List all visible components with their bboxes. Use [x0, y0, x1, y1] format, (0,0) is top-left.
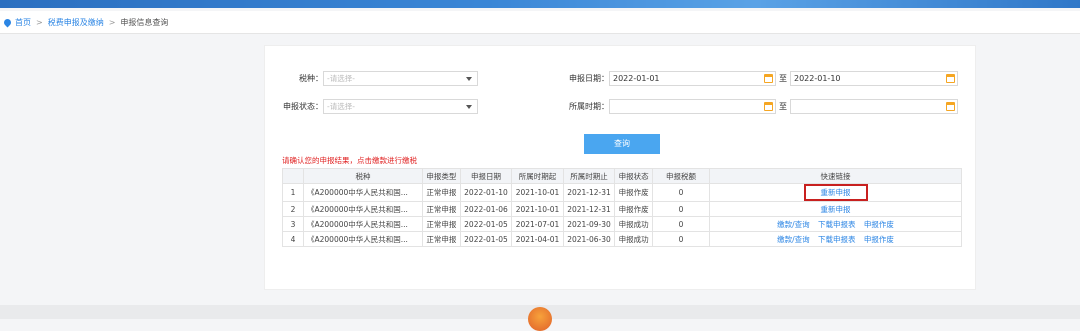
void-declaration-link[interactable]: 申报作废: [864, 220, 894, 229]
col-header-links: 快速链接: [709, 168, 962, 184]
row-type: 正常申报: [422, 183, 461, 202]
row-start: 2021-07-01: [511, 216, 564, 232]
row-date: 2022-01-05: [459, 231, 513, 247]
row-amount: 0: [652, 231, 710, 247]
row-links: 重新申报: [709, 183, 962, 202]
calendar-icon[interactable]: [946, 73, 955, 83]
hint-text: 请确认您的申报结果，点击缴款进行缴税: [282, 156, 417, 165]
status-select[interactable]: -请选择-: [323, 98, 478, 114]
row-end: 2021-06-30: [562, 231, 616, 247]
tax-type-select[interactable]: -请选择-: [323, 70, 478, 86]
breadcrumb: 首页 > 税费申报及缴纳 > 申报信息查询: [0, 11, 1080, 34]
row-type: 正常申报: [422, 231, 461, 247]
row-status: 申报作废: [614, 183, 653, 202]
row-end: 2021-12-31: [562, 201, 616, 217]
report-date-label: 申报日期：: [569, 73, 609, 83]
period-to-input[interactable]: [790, 98, 958, 114]
report-date-from-input[interactable]: 2022-01-01: [609, 70, 776, 86]
row-end: 2021-09-30: [562, 216, 616, 232]
col-header-no: [282, 168, 304, 184]
row-date: 2022-01-05: [459, 216, 513, 232]
download-form-link[interactable]: 下载申报表: [818, 235, 856, 244]
period-from-input[interactable]: [609, 98, 776, 114]
declaration-table: 税种 申报类型 申报日期 所属时期起 所属时期止 申报状态 申报税额 快速链接 …: [282, 168, 962, 247]
row-type: 正常申报: [422, 216, 461, 232]
row-tax: 《A200000中华人民共和国...: [303, 201, 423, 217]
chevron-down-icon: [466, 104, 472, 109]
calendar-icon[interactable]: [946, 101, 955, 111]
row-tax: 《A200000中华人民共和国...: [303, 231, 423, 247]
tax-type-label: 税种：: [299, 73, 323, 83]
resubmit-link[interactable]: 重新申报: [821, 205, 851, 214]
footer: [0, 305, 1080, 331]
col-header-end: 所属时期止: [562, 168, 616, 184]
table-row: 4 《A200000中华人民共和国... 正常申报 2022-01-05 202…: [282, 231, 962, 247]
top-banner: [0, 0, 1080, 8]
row-date: 2022-01-10: [459, 183, 513, 202]
breadcrumb-separator: >: [36, 17, 43, 27]
period-row: 所属时期： 至: [561, 98, 958, 114]
void-declaration-link[interactable]: 申报作废: [864, 235, 894, 244]
period-label: 所属时期：: [569, 101, 609, 111]
row-no: 2: [282, 201, 304, 217]
status-label: 申报状态：: [283, 101, 323, 111]
row-status: 申报成功: [614, 231, 653, 247]
row-type: 正常申报: [422, 201, 461, 217]
row-links: 重新申报: [709, 201, 962, 217]
row-start: 2021-10-01: [511, 201, 564, 217]
tax-type-row: 税种： -请选择-: [281, 70, 478, 86]
query-panel: 税种： -请选择- 申报状态： -请选择- 申报日期： 2022-01-01 至…: [264, 45, 976, 290]
col-header-start: 所属时期起: [511, 168, 564, 184]
logo-icon: [528, 307, 552, 331]
chevron-down-icon: [466, 76, 472, 81]
report-date-to-input[interactable]: 2022-01-10: [790, 70, 958, 86]
row-tax: 《A200000中华人民共和国...: [303, 216, 423, 232]
row-links: 缴款/查询 下载申报表 申报作废: [709, 231, 962, 247]
col-header-type: 申报类型: [422, 168, 461, 184]
report-date-row: 申报日期： 2022-01-01 至 2022-01-10: [561, 70, 958, 86]
row-tax: 《A200000中华人民共和国...: [303, 183, 423, 202]
breadcrumb-separator: >: [108, 17, 116, 27]
row-amount: 0: [652, 201, 710, 217]
table-row: 2 《A200000中华人民共和国... 正常申报 2022-01-06 202…: [282, 201, 962, 217]
download-form-link[interactable]: 下载申报表: [818, 220, 856, 229]
table-header-row: 税种 申报类型 申报日期 所属时期起 所属时期止 申报状态 申报税额 快速链接: [282, 168, 962, 184]
row-end: 2021-12-31: [562, 183, 616, 202]
pay-query-link[interactable]: 缴款/查询: [777, 220, 810, 229]
tax-type-placeholder: -请选择-: [327, 73, 355, 83]
pay-query-link[interactable]: 缴款/查询: [777, 235, 810, 244]
highlight-box: 重新申报: [803, 184, 868, 201]
row-amount: 0: [652, 216, 710, 232]
row-start: 2021-04-01: [511, 231, 564, 247]
row-links: 缴款/查询 下载申报表 申报作废: [709, 216, 962, 232]
breadcrumb-current: 申报信息查询: [120, 17, 169, 27]
query-button[interactable]: 查询: [584, 134, 660, 154]
row-status: 申报作废: [614, 201, 653, 217]
col-header-status: 申报状态: [614, 168, 653, 184]
calendar-icon[interactable]: [764, 101, 773, 111]
resubmit-link[interactable]: 重新申报: [821, 188, 851, 197]
calendar-icon[interactable]: [764, 73, 773, 83]
breadcrumb-home[interactable]: 首页: [15, 17, 31, 28]
row-no: 3: [282, 216, 304, 232]
row-amount: 0: [652, 183, 710, 202]
col-header-amount: 申报税额: [652, 168, 710, 184]
table-row: 3 《A200000中华人民共和国... 正常申报 2022-01-05 202…: [282, 216, 962, 232]
to-label: 至: [779, 73, 787, 83]
row-start: 2021-10-01: [511, 183, 564, 202]
col-header-date: 申报日期: [459, 168, 513, 184]
location-pin-icon: [2, 17, 13, 27]
to-label: 至: [779, 101, 787, 111]
breadcrumb-tax-filing[interactable]: 税费申报及缴纳: [48, 17, 104, 28]
status-placeholder: -请选择-: [327, 101, 355, 111]
row-date: 2022-01-06: [459, 201, 513, 217]
row-status: 申报成功: [614, 216, 653, 232]
status-row: 申报状态： -请选择-: [281, 98, 478, 114]
report-date-from-value: 2022-01-01: [613, 73, 660, 83]
col-header-tax: 税种: [303, 168, 423, 184]
table-row: 1 《A200000中华人民共和国... 正常申报 2022-01-10 202…: [282, 183, 962, 202]
row-no: 4: [282, 231, 304, 247]
report-date-to-value: 2022-01-10: [794, 73, 841, 83]
row-no: 1: [282, 183, 304, 202]
